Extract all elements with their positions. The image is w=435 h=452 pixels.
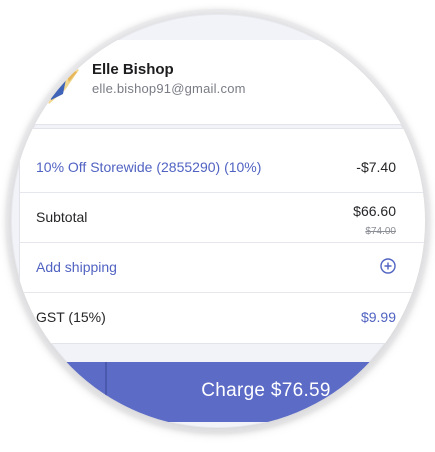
subtotal-original-value: $74.00 [365, 226, 396, 237]
stage: Elle Bishop elle.bishop91@gmail.com 10% … [0, 0, 435, 452]
line-items-panel: 10% Off Storewide (2855290) (10%) -$7.40… [19, 128, 425, 344]
magnified-view: Elle Bishop elle.bishop91@gmail.com 10% … [11, 14, 425, 428]
subtotal-value: $66.60 [353, 203, 396, 219]
avatar [43, 60, 79, 104]
subtotal-row: Subtotal $66.60 $74.00 [20, 193, 425, 243]
discount-value: -$7.40 [356, 159, 396, 175]
discount-label[interactable]: 10% Off Storewide (2855290) (10%) [36, 159, 261, 175]
charge-bar: Charge $76.59 [11, 362, 425, 422]
plus-circle-icon[interactable] [380, 258, 396, 274]
charge-button[interactable]: Charge $76.59 [107, 380, 425, 402]
customer-card[interactable]: Elle Bishop elle.bishop91@gmail.com [11, 40, 425, 125]
add-shipping-label[interactable]: Add shipping [36, 259, 117, 275]
tax-label: GST (15%) [36, 309, 106, 325]
tax-row: GST (15%) $9.99 [20, 293, 425, 342]
tax-value: $9.99 [360, 309, 396, 325]
discount-row[interactable]: 10% Off Storewide (2855290) (10%) -$7.40 [20, 143, 425, 193]
add-shipping-row[interactable]: Add shipping [20, 243, 425, 293]
subtotal-label: Subtotal [36, 209, 88, 225]
customer-email: elle.bishop91@gmail.com [92, 81, 246, 96]
customer-name: Elle Bishop [92, 61, 174, 78]
